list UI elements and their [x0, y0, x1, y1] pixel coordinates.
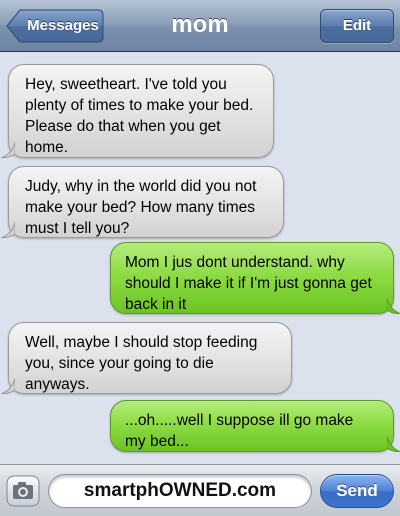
- message-input[interactable]: smartphOWNED.com: [48, 474, 312, 508]
- bubble-tail: [1, 142, 15, 158]
- message-bubble-outgoing: ...oh.....well I suppose ill go make my …: [110, 400, 400, 452]
- navigation-bar: Messages mom Edit: [0, 0, 400, 52]
- message-text: Well, maybe I should stop feeding you, s…: [25, 334, 258, 393]
- edit-button[interactable]: Edit: [320, 9, 394, 43]
- message-text: ...oh.....well I suppose ill go make my …: [125, 412, 354, 450]
- send-button[interactable]: Send: [320, 474, 394, 508]
- message-bubble-incoming: Judy, why in the world did you not make …: [1, 166, 284, 238]
- bubble-tail: [387, 298, 400, 314]
- camera-button[interactable]: [6, 475, 40, 507]
- bubble-tail: [1, 222, 15, 238]
- message-text: Judy, why in the world did you not make …: [25, 178, 257, 237]
- message-bubble-incoming: Well, maybe I should stop feeding you, s…: [1, 322, 292, 394]
- camera-icon: [6, 475, 40, 507]
- bubble-tail: [1, 378, 15, 394]
- message-text: Mom I jus dont understand. why should I …: [125, 254, 372, 313]
- message-input-bar: smartphOWNED.com Send: [0, 464, 400, 516]
- bubble-tail: [387, 436, 400, 452]
- message-list: Hey, sweetheart. I've told you plenty of…: [0, 52, 400, 462]
- message-bubble-incoming: Hey, sweetheart. I've told you plenty of…: [1, 64, 274, 158]
- message-text: Hey, sweetheart. I've told you plenty of…: [25, 76, 254, 156]
- message-bubble-outgoing: Mom I jus dont understand. why should I …: [110, 242, 400, 314]
